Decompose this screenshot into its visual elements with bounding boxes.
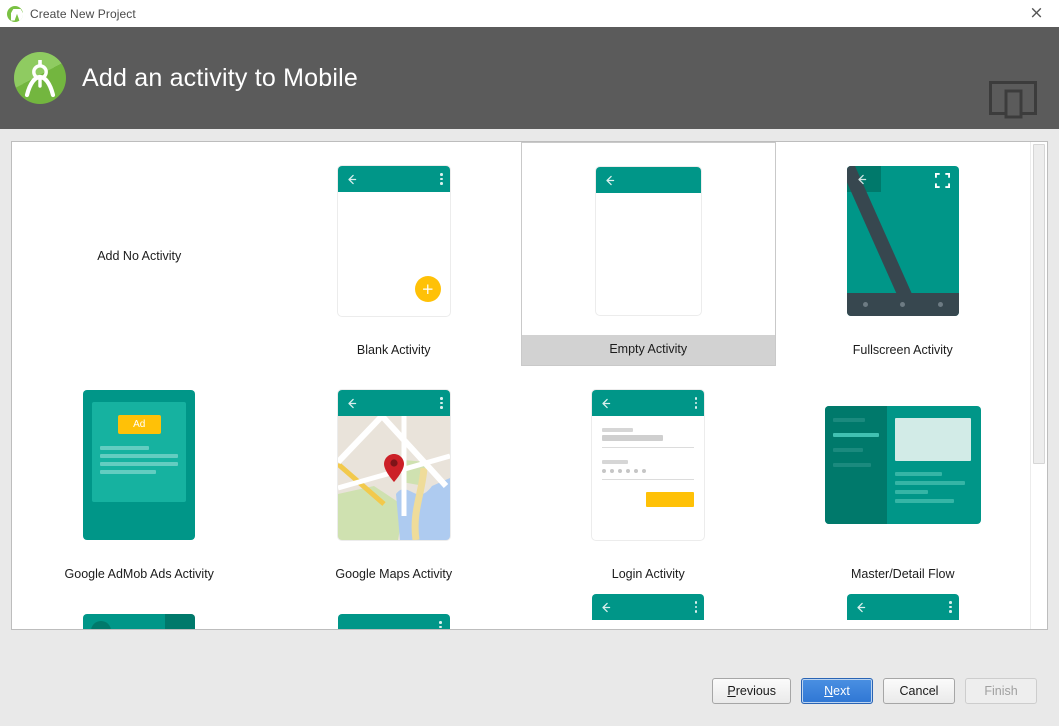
activity-card-fullscreen-activity[interactable]: Fullscreen Activity	[776, 142, 1031, 366]
thumb-appbar	[595, 167, 701, 193]
thumbnail-login	[521, 370, 776, 560]
back-arrow-icon	[348, 398, 356, 408]
activity-card-label: Fullscreen Activity	[852, 343, 953, 357]
back-arrow-icon	[602, 602, 611, 612]
activity-card-partial-1[interactable]	[521, 590, 776, 629]
activity-card-add-no-activity[interactable]: Add No Activity	[12, 142, 267, 366]
activity-card-label: Login Activity	[611, 567, 685, 581]
activity-card-login-activity[interactable]: Login Activity	[521, 366, 776, 590]
avatar	[91, 621, 112, 629]
cancel-button[interactable]: Cancel	[883, 677, 955, 704]
dialog-header: Add an activity to Mobile	[0, 27, 1059, 129]
fullscreen-expand-icon	[934, 173, 950, 188]
scrollbar-thumb[interactable]	[1033, 144, 1045, 464]
close-icon[interactable]: ×	[1014, 0, 1059, 27]
thumbnail-navdrawer: +	[12, 594, 267, 629]
activity-card-partial-2[interactable]	[776, 590, 1031, 629]
thumb-appbar	[592, 390, 705, 416]
activity-card-label: Add No Activity	[97, 249, 182, 263]
back-arrow-icon	[858, 174, 866, 185]
back-arrow-icon	[348, 174, 356, 184]
overflow-menu-icon	[440, 397, 443, 409]
thumbnail-blank: +	[267, 146, 522, 336]
activity-card-blank-activity[interactable]: + Blank Activity	[267, 142, 522, 366]
activity-template-panel: Add No Activity + Blank Activity Empty A…	[11, 141, 1048, 630]
activity-card-label: Empty Activity	[522, 335, 775, 365]
activity-card-master-detail-flow[interactable]: Master/Detail Flow	[776, 366, 1031, 590]
activity-card-scrolling-activity[interactable]: Scrolling Activity	[267, 590, 522, 629]
thumbnail-admob: Ad	[12, 370, 267, 560]
collapsing-toolbar	[337, 614, 450, 629]
ad-badge: Ad	[117, 415, 161, 434]
back-arrow-icon	[602, 398, 611, 408]
thumb-appbar	[592, 594, 705, 620]
drawer-header	[83, 614, 166, 629]
thumbnail-scrolling	[267, 594, 522, 629]
overflow-menu-icon	[694, 601, 698, 613]
activity-card-label: Google Maps Activity	[335, 567, 453, 581]
overflow-menu-icon	[949, 601, 952, 613]
thumb-appbar	[337, 166, 450, 192]
window-titlebar: Create New Project ×	[0, 0, 1059, 27]
android-studio-icon	[7, 5, 23, 22]
activity-template-grid: Add No Activity + Blank Activity Empty A…	[12, 142, 1030, 629]
thumbnail-maps	[267, 370, 522, 560]
android-studio-logo	[14, 52, 66, 104]
drawer-scrim: +	[165, 614, 196, 629]
previous-button[interactable]: Previous	[712, 677, 791, 704]
activity-card-google-maps-activity[interactable]: Google Maps Activity	[267, 366, 522, 590]
activity-card-label: Blank Activity	[356, 343, 431, 357]
activity-card-navigation-drawer-activity[interactable]: + Navigation Drawer Activity	[12, 590, 267, 629]
overflow-menu-icon	[440, 173, 443, 185]
thumb-appbar	[337, 390, 450, 416]
window-title: Create New Project	[30, 6, 136, 21]
dialog-footer: Previous Next Cancel Finish	[0, 655, 1059, 726]
finish-button: Finish	[965, 677, 1037, 704]
thumbnail-empty	[522, 147, 775, 335]
map-preview	[337, 416, 450, 540]
dialog-body: Add No Activity + Blank Activity Empty A…	[0, 129, 1059, 655]
overflow-menu-icon	[439, 621, 442, 629]
thumbnail-fullscreen	[776, 146, 1031, 336]
login-submit-preview	[646, 492, 695, 507]
activity-grid-clip: Add No Activity + Blank Activity Empty A…	[12, 142, 1030, 629]
activity-card-label: Google AdMob Ads Activity	[64, 567, 214, 581]
devices-icon	[989, 79, 1037, 124]
vertical-scrollbar[interactable]	[1030, 142, 1047, 629]
back-arrow-icon	[606, 175, 614, 185]
page-title: Add an activity to Mobile	[82, 63, 358, 92]
thumbnail-masterdetail	[776, 370, 1031, 560]
overflow-menu-icon	[694, 397, 698, 409]
back-arrow-icon	[857, 602, 865, 612]
login-form-preview	[592, 416, 704, 540]
thumb-appbar	[846, 594, 959, 620]
activity-card-empty-activity[interactable]: Empty Activity	[521, 142, 776, 366]
fab-add-icon: +	[414, 276, 441, 302]
activity-card-google-admob-ads-activity[interactable]: Ad Google AdMob Ads Activity	[12, 366, 267, 590]
activity-card-label: Master/Detail Flow	[851, 567, 955, 581]
thumb-navbar	[846, 293, 959, 316]
next-button[interactable]: Next	[801, 677, 873, 704]
